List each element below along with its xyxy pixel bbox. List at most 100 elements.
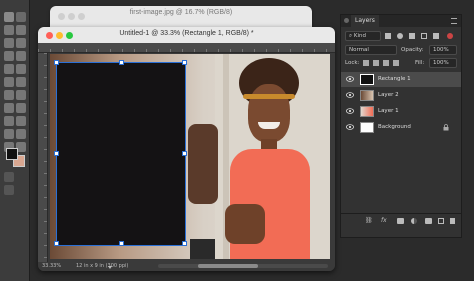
layer-thumbnail [360, 106, 374, 117]
portrait-photo [215, 54, 330, 259]
transform-bounding-box[interactable] [54, 60, 187, 246]
transform-handle[interactable] [182, 60, 187, 65]
mask-icon[interactable] [397, 218, 404, 224]
scrollbar-thumb[interactable] [198, 264, 258, 268]
adjustment-icon[interactable] [411, 218, 417, 224]
document-window[interactable]: Untitled-1 @ 33.3% (Rectangle 1, RGB/8) … [38, 27, 335, 271]
fill-field[interactable]: 100% [429, 58, 457, 68]
color-swatches [4, 145, 26, 167]
artboard-tool-icon[interactable] [16, 12, 26, 22]
fill-label: Fill: [415, 60, 425, 66]
eye-icon[interactable] [346, 76, 354, 82]
brush-tool-icon[interactable] [16, 64, 26, 74]
pixel-filter-icon[interactable] [385, 33, 391, 39]
trash-icon[interactable] [450, 218, 455, 224]
layer-name: Rectangle 1 [378, 76, 411, 82]
layer-thumbnail [360, 90, 374, 101]
layers-panel: Layers ⌕ Kind Normal Opacity: 100% Lock:… [340, 14, 462, 238]
layer-filter-select[interactable]: ⌕ Kind [345, 31, 381, 41]
eye-icon[interactable] [346, 124, 354, 130]
eraser-tool-icon[interactable] [4, 90, 14, 100]
layer-row-layer-1[interactable]: Layer 1 [341, 104, 461, 119]
blur-tool-icon[interactable] [4, 103, 14, 113]
transform-handle[interactable] [54, 241, 59, 246]
dodge-tool-icon[interactable] [16, 103, 26, 113]
window-title: first-image.jpg @ 16.7% (RGB/8) [129, 9, 233, 16]
adjustment-filter-icon[interactable] [397, 33, 403, 39]
screen-mode-icon[interactable] [4, 185, 14, 195]
type-tool-icon[interactable] [16, 116, 26, 126]
close-panel-icon[interactable] [344, 18, 349, 23]
transform-handle[interactable] [182, 241, 187, 246]
transform-handle[interactable] [54, 60, 59, 65]
lock-position-icon[interactable] [383, 60, 389, 66]
blend-mode-select[interactable]: Normal [345, 45, 397, 55]
layer-thumbnail [360, 74, 374, 85]
lock-icon[interactable] [443, 124, 449, 131]
opacity-label: Opacity: [401, 47, 424, 53]
arm [188, 124, 218, 204]
document-size[interactable]: 12 in x 9 in (300 ppi) [76, 263, 128, 269]
pen-tool-icon[interactable] [4, 116, 14, 126]
type-filter-icon[interactable] [409, 33, 415, 39]
object [190, 239, 215, 259]
vertical-ruler[interactable] [38, 53, 48, 263]
layers-footer: ⛓ fx [341, 213, 461, 227]
eyedropper-tool-icon[interactable] [16, 51, 26, 61]
clone-stamp-tool-icon[interactable] [4, 77, 14, 87]
folder-icon[interactable] [425, 218, 432, 224]
filter-toggle-icon[interactable] [447, 33, 453, 39]
smile [258, 122, 280, 129]
lock-all-icon[interactable] [393, 60, 399, 66]
new-layer-icon[interactable] [438, 218, 444, 224]
lock-label: Lock: [345, 60, 360, 66]
frame-tool-icon[interactable] [4, 51, 14, 61]
shape-filter-icon[interactable] [421, 33, 427, 39]
layer-row-layer-2[interactable]: Layer 2 [341, 88, 461, 103]
move-tool-icon[interactable] [4, 12, 14, 22]
path-selection-tool-icon[interactable] [4, 129, 14, 139]
panel-menu-icon[interactable] [451, 18, 457, 24]
layer-thumbnail [360, 122, 374, 133]
quick-mask-icon[interactable] [4, 172, 14, 182]
face [248, 84, 290, 142]
link-icon[interactable]: ⛓ [365, 217, 373, 224]
smart-object-filter-icon[interactable] [433, 33, 439, 39]
status-bar: 33.33% 12 in x 9 in (300 ppi) [38, 262, 335, 271]
gradient-tool-icon[interactable] [16, 90, 26, 100]
tab-layers[interactable]: Layers [351, 15, 379, 27]
foreground-color-swatch[interactable] [6, 148, 18, 160]
transform-handle[interactable] [182, 151, 187, 156]
eye-icon[interactable] [346, 92, 354, 98]
layer-name: Layer 2 [378, 92, 399, 98]
crop-tool-icon[interactable] [16, 38, 26, 48]
zoom-level[interactable]: 33.33% [42, 263, 61, 269]
lasso-tool-icon[interactable] [16, 25, 26, 35]
horizontal-ruler[interactable] [38, 43, 335, 53]
lock-transparent-icon[interactable] [363, 60, 369, 66]
layer-name: Layer 1 [378, 108, 399, 114]
transform-handle[interactable] [119, 241, 124, 246]
rectangle-tool-icon[interactable] [16, 129, 26, 139]
opacity-field[interactable]: 100% [429, 45, 457, 55]
fx-icon[interactable]: fx [381, 217, 387, 224]
document-titlebar[interactable]: Untitled-1 @ 33.3% (Rectangle 1, RGB/8) … [38, 27, 335, 43]
history-brush-tool-icon[interactable] [16, 77, 26, 87]
eye-icon[interactable] [346, 108, 354, 114]
transform-handle[interactable] [54, 151, 59, 156]
panel-tab-bar: Layers [341, 15, 461, 27]
headband [243, 94, 295, 99]
marquee-tool-icon[interactable] [4, 25, 14, 35]
chevron-right-icon[interactable] [108, 266, 112, 269]
transform-handle[interactable] [119, 60, 124, 65]
horizontal-scrollbar[interactable] [158, 264, 328, 268]
quick-select-tool-icon[interactable] [4, 38, 14, 48]
lock-pixels-icon[interactable] [373, 60, 379, 66]
filter-icons [385, 33, 457, 39]
document-title: Untitled-1 @ 33.3% (Rectangle 1, RGB/8) … [119, 30, 254, 37]
document-canvas[interactable] [50, 54, 330, 259]
layer-name: Background [378, 124, 411, 130]
layer-row-background[interactable]: Background [341, 120, 461, 135]
layer-row-rectangle-1[interactable]: Rectangle 1 [341, 72, 461, 87]
healing-brush-tool-icon[interactable] [4, 64, 14, 74]
